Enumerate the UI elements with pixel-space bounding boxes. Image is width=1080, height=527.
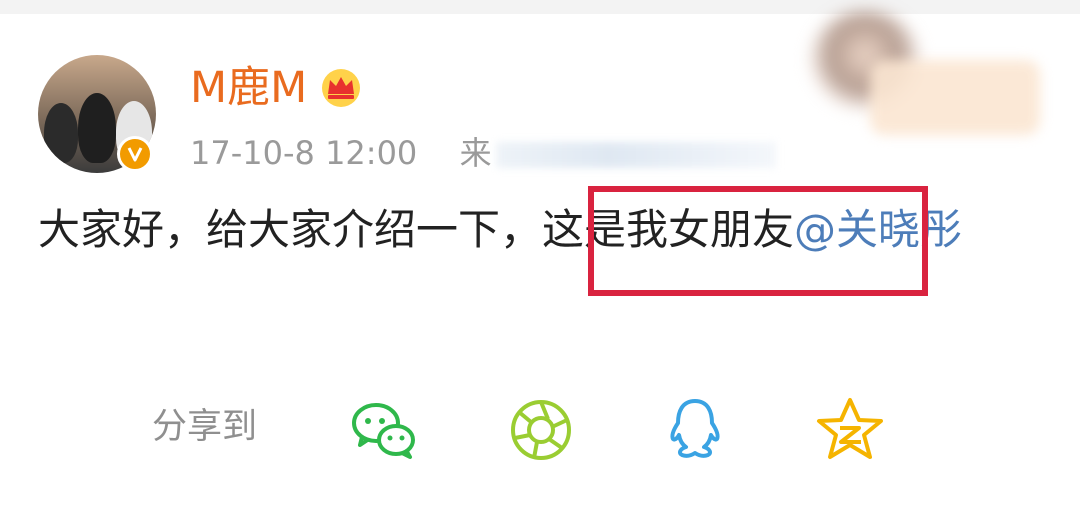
- username[interactable]: M鹿M: [190, 62, 307, 114]
- blurred-follow-area: [750, 0, 1080, 180]
- wechat-icon[interactable]: [348, 395, 418, 465]
- avatar-figure: [44, 103, 78, 163]
- qzone-icon[interactable]: [815, 395, 885, 465]
- blurred-source: [495, 142, 776, 168]
- post-meta: 17-10-8 12:00 来: [190, 133, 776, 173]
- avatar-figure: [78, 93, 116, 163]
- crown-icon: [322, 69, 360, 107]
- share-label: 分享到: [152, 407, 258, 447]
- blurred-follow-button: [870, 60, 1040, 135]
- moments-icon[interactable]: [506, 395, 576, 465]
- verified-badge-icon: [117, 136, 153, 172]
- qq-icon[interactable]: [660, 395, 730, 465]
- post-source-prefix: 来: [459, 134, 492, 172]
- highlight-box: [588, 186, 928, 296]
- post-date: 17-10-8 12:00: [190, 134, 418, 172]
